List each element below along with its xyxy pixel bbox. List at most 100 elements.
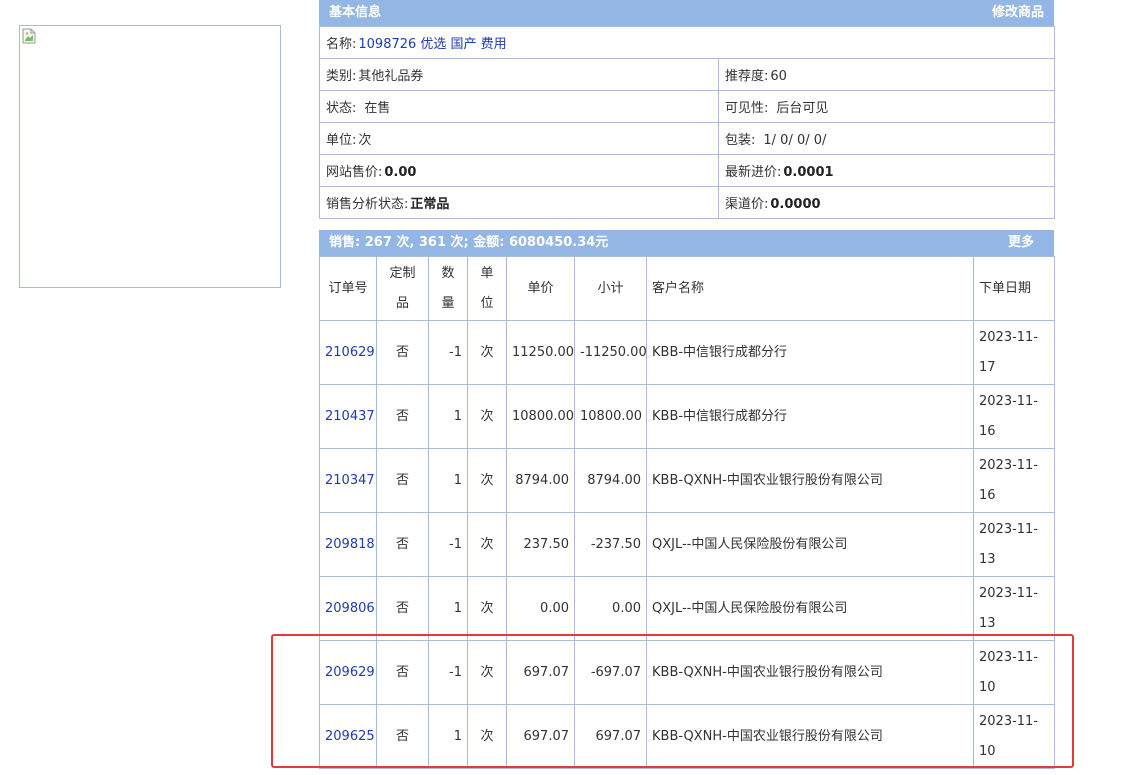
date-line2: 10	[979, 679, 996, 695]
custom-cell: 否	[376, 576, 429, 641]
latest-cost-cell: 最新进价: 0.0001	[718, 154, 1055, 187]
date-line2: 10	[979, 743, 996, 759]
sales-header-row: 订单号 定制品 数量 单位 单价 小计 客户名称 下单日期	[319, 256, 1055, 321]
date-cell: 2023-11- 16	[973, 448, 1055, 513]
product-name-link[interactable]: 1098726 优选 国产 费用	[358, 37, 506, 52]
qty-cell: 1	[428, 448, 468, 513]
date-cell: 2023-11- 10	[973, 704, 1055, 769]
sales-status-cell: 销售分析状态: 正常品	[319, 186, 719, 219]
latest-cost-label: 最新进价:	[725, 165, 782, 180]
unit-cell: 次	[467, 512, 507, 577]
sales-summary: 销售: 267 次, 361 次; 金额: 6080450.34元	[329, 235, 609, 250]
table-row: 210347 否 1 次 8794.00 8794.00 KBB-QXNH-中国…	[319, 448, 1055, 513]
subtotal-cell: 0.00	[574, 576, 647, 641]
qty-cell: 1	[428, 576, 468, 641]
category-label: 类别:	[326, 69, 357, 84]
order-link[interactable]: 209818	[325, 537, 375, 552]
info-row: 类别: 其他礼品券 推荐度: 60	[319, 58, 1055, 91]
price-cell: 237.50	[506, 512, 575, 577]
basic-info-title: 基本信息	[329, 5, 382, 20]
product-name-cell: 名称: 1098726 优选 国产 费用	[319, 26, 1055, 59]
recommend-cell: 推荐度: 60	[718, 58, 1055, 91]
date-line1: 2023-11-	[979, 393, 1039, 409]
qty-cell: 1	[428, 704, 468, 769]
date-line2: 17	[979, 359, 996, 375]
customer-cell: KBB-中信银行成都分行	[646, 320, 974, 385]
name-label: 名称:	[326, 37, 357, 52]
customer-cell: QXJL--中国人民保险股份有限公司	[646, 576, 974, 641]
date-cell: 2023-11- 17	[973, 320, 1055, 385]
customer-cell: KBB-QXNH-中国农业银行股份有限公司	[646, 448, 974, 513]
date-line2: 13	[979, 615, 996, 631]
col-custom-line2: 品	[395, 295, 409, 311]
order-link[interactable]: 210347	[325, 473, 375, 488]
unit-cell: 次	[467, 640, 507, 705]
info-row: 单位: 次 包装: 1/ 0/ 0/ 0/	[319, 122, 1055, 155]
table-row: 209818 否 -1 次 237.50 -237.50 QXJL--中国人民保…	[319, 512, 1055, 577]
customer-cell: QXJL--中国人民保险股份有限公司	[646, 512, 974, 577]
col-order-no: 订单号	[319, 256, 377, 321]
date-cell: 2023-11- 13	[973, 576, 1055, 641]
basic-info-table: 名称: 1098726 优选 国产 费用 类别: 其他礼品券 推荐度: 60 状态: 在…	[319, 26, 1055, 219]
qty-cell: -1	[428, 512, 468, 577]
info-row: 销售分析状态: 正常品 渠道价: 0.0000	[319, 186, 1055, 219]
customer-cell: KBB-中信银行成都分行	[646, 384, 974, 449]
more-link[interactable]: 更多	[1008, 230, 1034, 256]
web-price-cell: 网站售价: 0.00	[319, 154, 719, 187]
date-line1: 2023-11-	[979, 329, 1039, 345]
unit-cell: 单位: 次	[319, 122, 719, 155]
package-label: 包装:	[725, 133, 756, 148]
unit-cell: 次	[467, 448, 507, 513]
web-price-label: 网站售价:	[326, 165, 383, 180]
order-link[interactable]: 209806	[325, 601, 375, 616]
package-value: 1/ 0/ 0/ 0/	[763, 133, 827, 148]
order-link[interactable]: 209629	[325, 665, 375, 680]
product-image	[19, 25, 281, 288]
date-line2: 13	[979, 551, 996, 567]
channel-price-value: 0.0000	[770, 197, 821, 212]
sales-header: 销售: 267 次, 361 次; 金额: 6080450.34元 更多	[319, 230, 1054, 256]
col-custom: 定制品	[376, 256, 429, 321]
subtotal-cell: 10800.00	[574, 384, 647, 449]
col-custom-line1: 定制	[389, 265, 416, 281]
date-line2: 16	[979, 487, 996, 503]
customer-cell: KBB-QXNH-中国农业银行股份有限公司	[646, 704, 974, 769]
custom-cell: 否	[376, 512, 429, 577]
col-qty-line1: 数	[441, 265, 455, 281]
edit-product-link[interactable]: 修改商品	[992, 0, 1044, 26]
latest-cost-value: 0.0001	[783, 165, 834, 180]
date-cell: 2023-11- 13	[973, 512, 1055, 577]
unit-cell: 次	[467, 384, 507, 449]
custom-cell: 否	[376, 704, 429, 769]
date-cell: 2023-11- 16	[973, 384, 1055, 449]
date-line1: 2023-11-	[979, 457, 1039, 473]
date-cell: 2023-11- 10	[973, 640, 1055, 705]
status-label: 状态:	[326, 101, 357, 116]
order-link[interactable]: 210437	[325, 409, 375, 424]
customer-cell: KBB-QXNH-中国农业银行股份有限公司	[646, 640, 974, 705]
date-line1: 2023-11-	[979, 649, 1039, 665]
info-row: 网站售价: 0.00 最新进价: 0.0001	[319, 154, 1055, 187]
package-cell: 包装: 1/ 0/ 0/ 0/	[718, 122, 1055, 155]
col-date: 下单日期	[973, 256, 1055, 321]
order-link[interactable]: 209625	[325, 729, 375, 744]
info-row: 状态: 在售 可见性: 后台可见	[319, 90, 1055, 123]
category-cell: 类别: 其他礼品券	[319, 58, 719, 91]
price-cell: 8794.00	[506, 448, 575, 513]
table-row: 210629 否 -1 次 11250.00 -11250.00 KBB-中信银…	[319, 320, 1055, 385]
qty-cell: -1	[428, 320, 468, 385]
info-row-name: 名称: 1098726 优选 国产 费用	[319, 26, 1055, 59]
subtotal-cell: 697.07	[574, 704, 647, 769]
col-unit-line1: 单	[480, 265, 494, 281]
date-line1: 2023-11-	[979, 713, 1039, 729]
product-detail-page: 基本信息 修改商品 名称: 1098726 优选 国产 费用 类别: 其他礼品券 推…	[0, 0, 1124, 775]
col-qty: 数量	[428, 256, 468, 321]
col-customer: 客户名称	[646, 256, 974, 321]
visibility-label: 可见性:	[725, 101, 769, 116]
table-row: 209625 否 1 次 697.07 697.07 KBB-QXNH-中国农业…	[319, 704, 1055, 769]
sales-status-value: 正常品	[410, 197, 450, 212]
date-line1: 2023-11-	[979, 585, 1039, 601]
price-cell: 11250.00	[506, 320, 575, 385]
status-cell: 状态: 在售	[319, 90, 719, 123]
order-link[interactable]: 210629	[325, 345, 375, 360]
